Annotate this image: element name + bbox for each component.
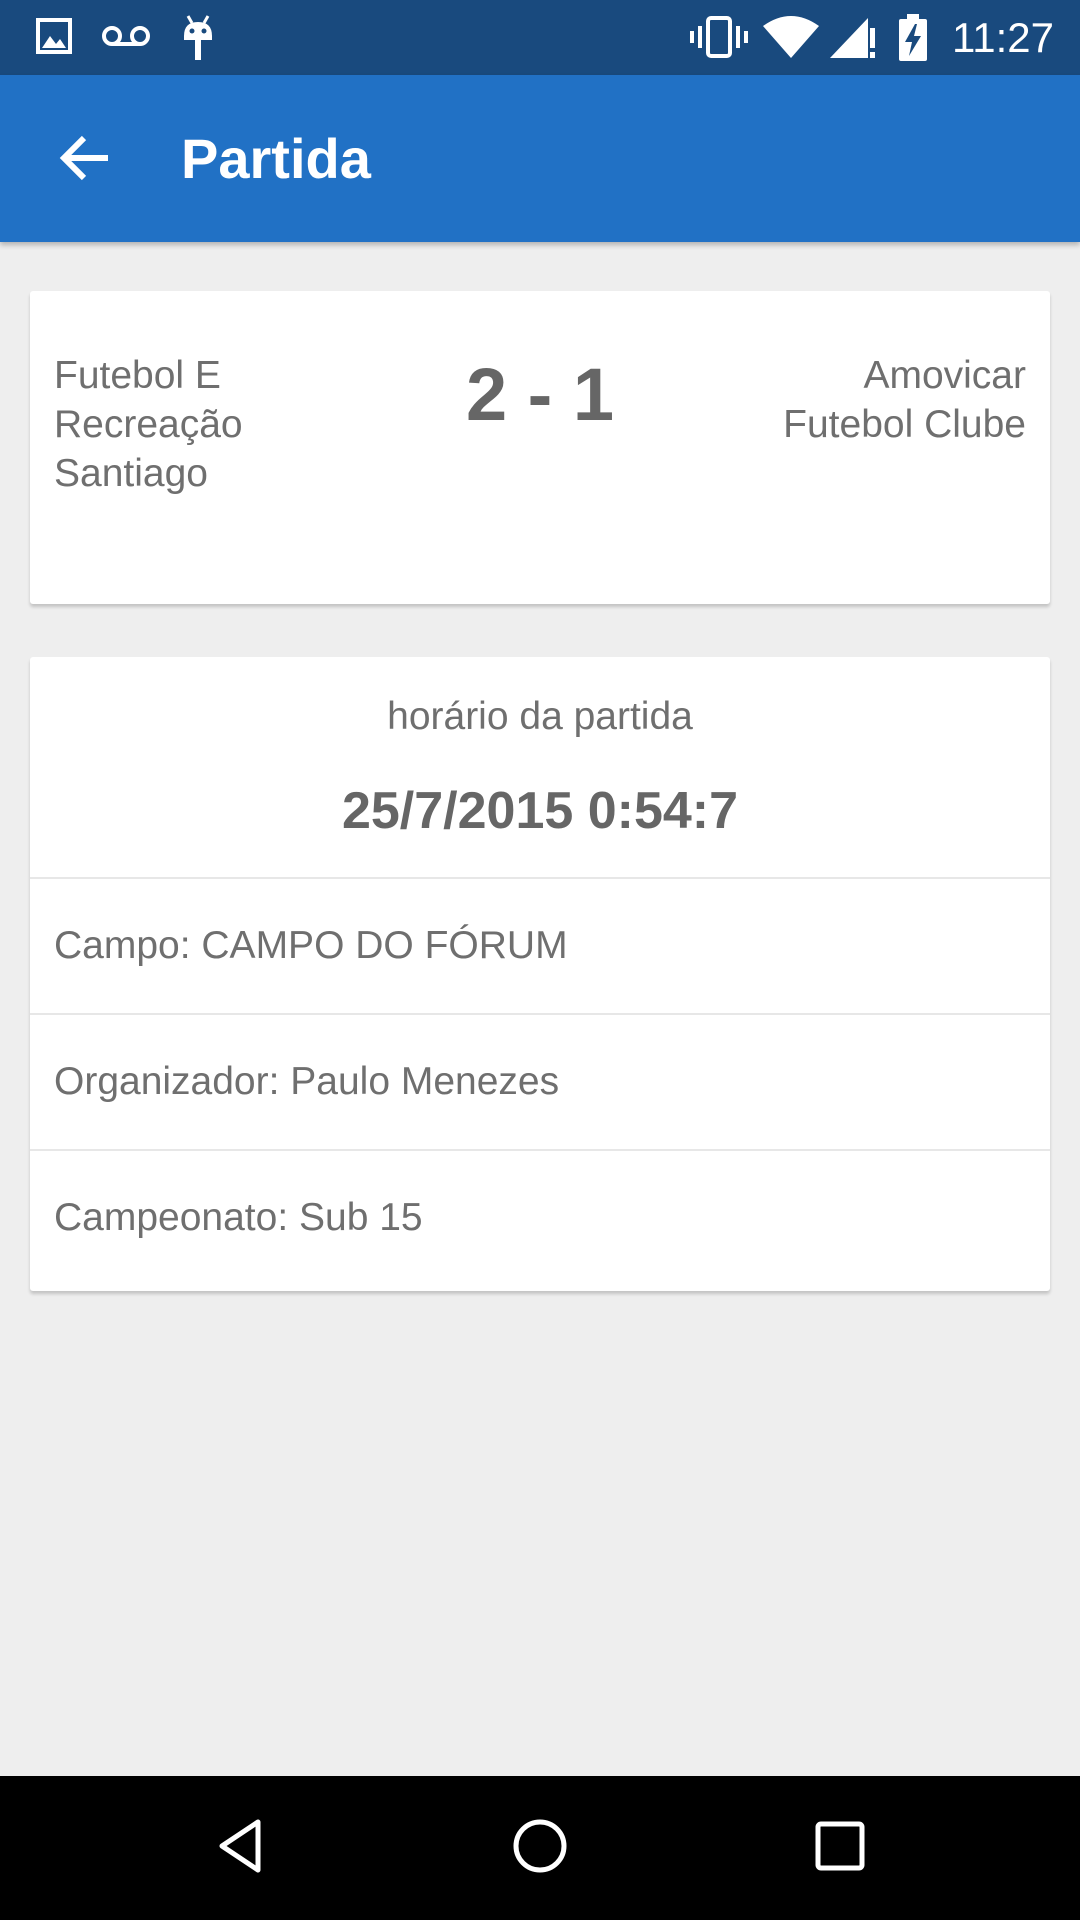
- vibrate-icon: [690, 14, 748, 65]
- gallery-icon: [36, 14, 72, 63]
- android-debug-icon: [178, 14, 218, 67]
- status-bar: 11:27: [0, 0, 1080, 75]
- status-clock: 11:27: [952, 14, 1054, 61]
- match-time-label: horário da partida: [387, 695, 693, 738]
- championship-row[interactable]: Campeonato: Sub 15: [30, 1151, 1050, 1285]
- wifi-icon: [762, 14, 820, 65]
- voicemail-icon: [100, 14, 152, 63]
- arrow-back-icon: [58, 134, 112, 187]
- organizer-label: Organizador: Paulo Menezes: [54, 1060, 560, 1103]
- nav-home-button[interactable]: [490, 1798, 590, 1898]
- nav-back-button[interactable]: [190, 1798, 290, 1898]
- away-team-name: Amovicar Futebol Clube: [783, 354, 1026, 446]
- score-card: Futebol E Recreação Santiago 2 - 1 Amovi…: [30, 291, 1050, 604]
- battery-charging-icon: [898, 14, 928, 67]
- back-triangle-icon: [210, 1816, 270, 1881]
- signal-icon: [828, 14, 876, 65]
- home-circle-icon: [510, 1816, 570, 1881]
- back-button[interactable]: [50, 125, 120, 195]
- field-row[interactable]: Campo: CAMPO DO FÓRUM: [30, 879, 1050, 1015]
- page-title: Partida: [181, 127, 371, 190]
- navigation-bar: [0, 1776, 1080, 1920]
- match-time-section: horário da partida 25/7/2015 0:54:7: [30, 657, 1050, 879]
- match-time-value: 25/7/2015 0:54:7: [341, 782, 739, 840]
- organizer-row[interactable]: Organizador: Paulo Menezes: [30, 1015, 1050, 1151]
- app-bar: Partida: [0, 75, 1080, 242]
- field-label: Campo: CAMPO DO FÓRUM: [54, 924, 568, 967]
- recent-apps-square-icon: [810, 1816, 870, 1881]
- match-details-card: horário da partida 25/7/2015 0:54:7 Camp…: [30, 657, 1050, 1291]
- nav-recent-apps-button[interactable]: [790, 1798, 890, 1898]
- championship-label: Campeonato: Sub 15: [54, 1196, 423, 1239]
